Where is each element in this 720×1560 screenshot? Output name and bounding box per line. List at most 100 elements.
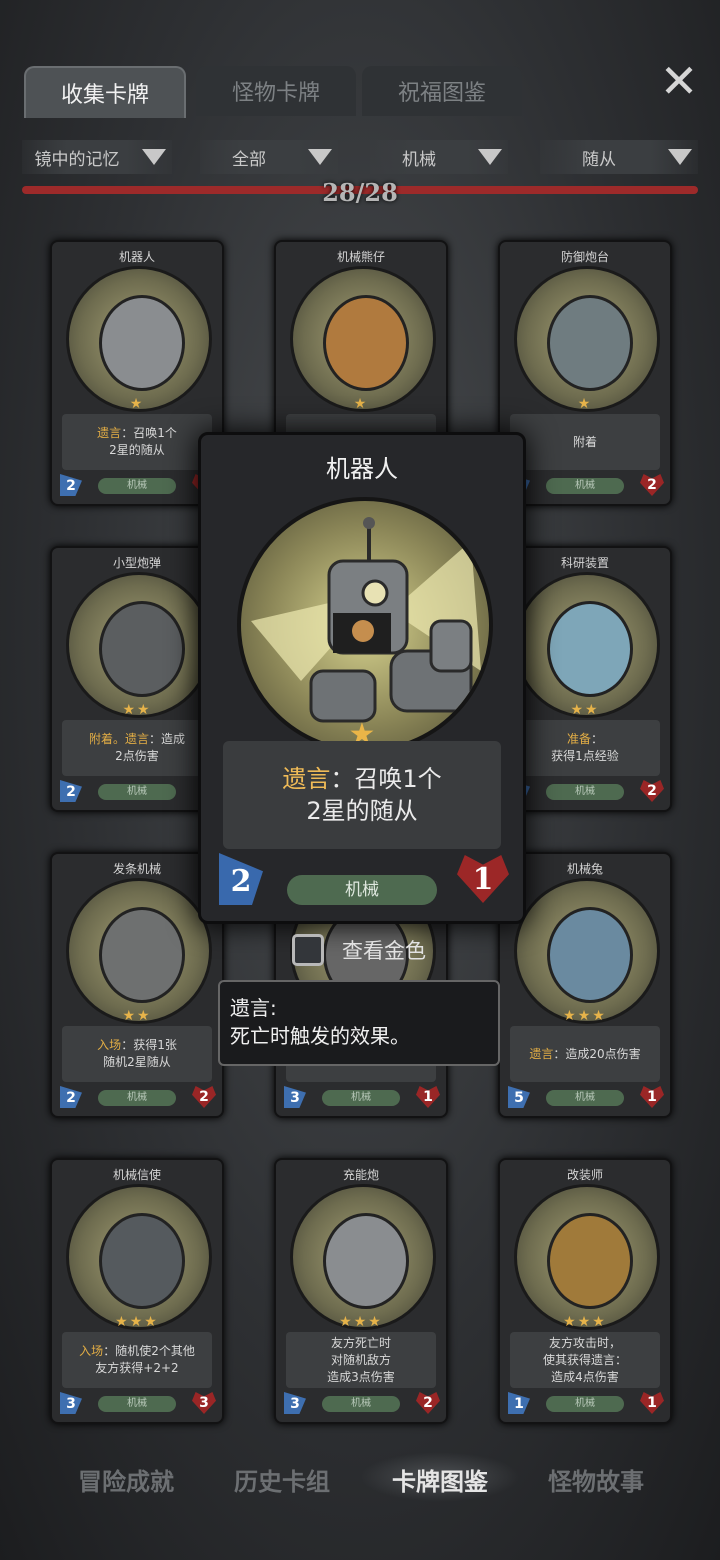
card-description: 附着。遗言：造成 2点伤害 [62, 720, 212, 776]
cost-badge: 3 [60, 1392, 82, 1414]
star-icon: ★★★ [563, 1008, 607, 1024]
tab-monster-cards[interactable]: 怪物卡牌 [196, 66, 356, 116]
tribe-label: 机械 [546, 784, 624, 800]
card-name: 充能炮 [342, 1168, 379, 1182]
tribe-label: 机械 [287, 875, 437, 905]
card-name: 机器人 [118, 250, 155, 264]
card-description: 入场：随机使2个其他 友方获得+2+2 [62, 1332, 212, 1388]
cost-badge: 2 [60, 780, 82, 802]
tooltip-body: 死亡时触发的效果。 [230, 1024, 410, 1048]
view-gold-toggle[interactable]: 查看金色 [292, 934, 426, 966]
chevron-down-icon [308, 149, 332, 165]
card-keyword: 入场 [97, 1038, 122, 1052]
health-heart-badge: 1 [416, 1086, 440, 1108]
tribe-label: 机械 [98, 1090, 176, 1106]
health-heart-badge: 2 [640, 474, 664, 496]
card-desc-text: 友方攻击时， 使其获得遗言： 造成4点伤害 [542, 1335, 627, 1384]
card-description: 准备： 获得1点经验 [510, 720, 660, 776]
card-desc-text: ：造成20点伤害 [553, 1046, 641, 1061]
cost-badge: 2 [60, 474, 82, 496]
card-desc-text: 附着 [572, 434, 597, 449]
tribe-label: 机械 [98, 478, 176, 494]
robot-portrait [237, 497, 493, 753]
card-description: 友方攻击时， 使其获得遗言： 造成4点伤害 [510, 1332, 660, 1388]
card-portrait [66, 1184, 212, 1330]
nav-monster-stories[interactable]: 怪物故事 [526, 1462, 666, 1497]
card-name: 防御炮台 [560, 250, 609, 264]
star-icon: ★★★ [339, 1314, 383, 1330]
filter-pack-label: 镜中的记忆 [34, 149, 120, 170]
health-heart-badge: 2 [416, 1392, 440, 1414]
filter-rarity[interactable]: 全部 [200, 140, 338, 174]
cost-badge: 3 [284, 1086, 306, 1108]
health-heart-badge: 2 [192, 1086, 216, 1108]
chevron-down-icon [142, 149, 166, 165]
collection-progress-text: 28/28 [322, 178, 398, 207]
filter-pack[interactable]: 镜中的记忆 [22, 140, 172, 174]
card-keyword: 附着。遗言 [88, 732, 149, 746]
gold-toggle-label: 查看金色 [342, 939, 426, 963]
card-art [99, 907, 185, 1003]
keyword-deathrattle[interactable]: 遗言 [282, 765, 330, 793]
card-desc-text: ：随机使2个其他 友方获得+2+2 [95, 1344, 195, 1375]
health-heart-badge: 1 [640, 1392, 664, 1414]
star-icon: ★★ [122, 1008, 152, 1024]
card-description: 入场：获得1张 随机2星随从 [62, 1026, 212, 1082]
star-icon: ★ [353, 396, 369, 412]
card-art [323, 1213, 409, 1309]
card-portrait [514, 266, 660, 412]
keyword-tooltip: 遗言: 死亡时触发的效果。 [218, 980, 500, 1066]
collection-card[interactable]: 机械信使 ★★★ 入场：随机使2个其他 友方获得+2+2 3 机械 3 [50, 1158, 224, 1424]
card-name: 改装师 [566, 1168, 603, 1182]
filter-tribe[interactable]: 机械 [370, 140, 508, 174]
card-keyword: 入场 [79, 1344, 104, 1358]
card-art [547, 601, 633, 697]
card-portrait [66, 266, 212, 412]
health-heart-badge: 1 [640, 1086, 664, 1108]
health-heart-badge: 1 [457, 855, 509, 903]
card-portrait [290, 1184, 436, 1330]
tribe-label: 机械 [546, 1396, 624, 1412]
tab-collect-cards[interactable]: 收集卡牌 [24, 66, 186, 118]
card-description: 遗言：召唤1个 2星的随从 [62, 414, 212, 470]
star-icon: ★★ [122, 702, 152, 718]
tribe-label: 机械 [98, 1396, 176, 1412]
cost-badge: 5 [508, 1086, 530, 1108]
nav-card-codex[interactable]: 卡牌图鉴 [370, 1462, 510, 1497]
selected-card-name: 机器人 [326, 455, 398, 483]
tribe-label: 机械 [322, 1396, 400, 1412]
nav-history-decks[interactable]: 历史卡组 [212, 1462, 352, 1497]
nav-adventure-achievements[interactable]: 冒险成就 [56, 1462, 196, 1497]
selected-card-desc-rest: ：召唤1个 [330, 765, 442, 793]
star-icon: ★ [129, 396, 145, 412]
card-desc-text: 友方死亡时 对随机敌方 造成3点伤害 [327, 1335, 395, 1384]
collection-card[interactable]: 充能炮 ★★★ 友方死亡时 对随机敌方 造成3点伤害 3 机械 2 [274, 1158, 448, 1424]
gold-checkbox[interactable] [292, 934, 324, 966]
card-art [99, 295, 185, 391]
card-art [547, 907, 633, 1003]
tribe-label: 机械 [98, 784, 176, 800]
close-icon[interactable]: ✕ [656, 58, 702, 104]
card-portrait [514, 1184, 660, 1330]
selected-card-description: 遗言：召唤1个 2星的随从 [223, 741, 501, 849]
health-heart-badge: 2 [640, 780, 664, 802]
star-icon: ★★★ [563, 1314, 607, 1330]
collection-card[interactable]: 改装师 ★★★ 友方攻击时， 使其获得遗言： 造成4点伤害 1 机械 1 [498, 1158, 672, 1424]
filter-tribe-label: 机械 [402, 149, 436, 170]
tab-blessing-codex[interactable]: 祝福图鉴 [362, 66, 522, 116]
card-portrait [66, 878, 212, 1024]
cost-badge: 2 [219, 853, 263, 905]
filter-type[interactable]: 随从 [540, 140, 698, 174]
cost-badge: 1 [508, 1392, 530, 1414]
tribe-label: 机械 [546, 1090, 624, 1106]
card-portrait [514, 572, 660, 718]
card-portrait [514, 878, 660, 1024]
card-keyword: 遗言 [97, 426, 122, 440]
selected-card-detail[interactable]: 机器人 ★ 遗言：召唤1个 2星的随从 2 机械 1 [198, 432, 526, 924]
card-portrait [290, 266, 436, 412]
selected-card-desc-line2: 2星的随从 [306, 797, 418, 825]
chevron-down-icon [668, 149, 692, 165]
card-description: 附着 [510, 414, 660, 470]
card-art [99, 601, 185, 697]
card-description: 友方死亡时 对随机敌方 造成3点伤害 [286, 1332, 436, 1388]
